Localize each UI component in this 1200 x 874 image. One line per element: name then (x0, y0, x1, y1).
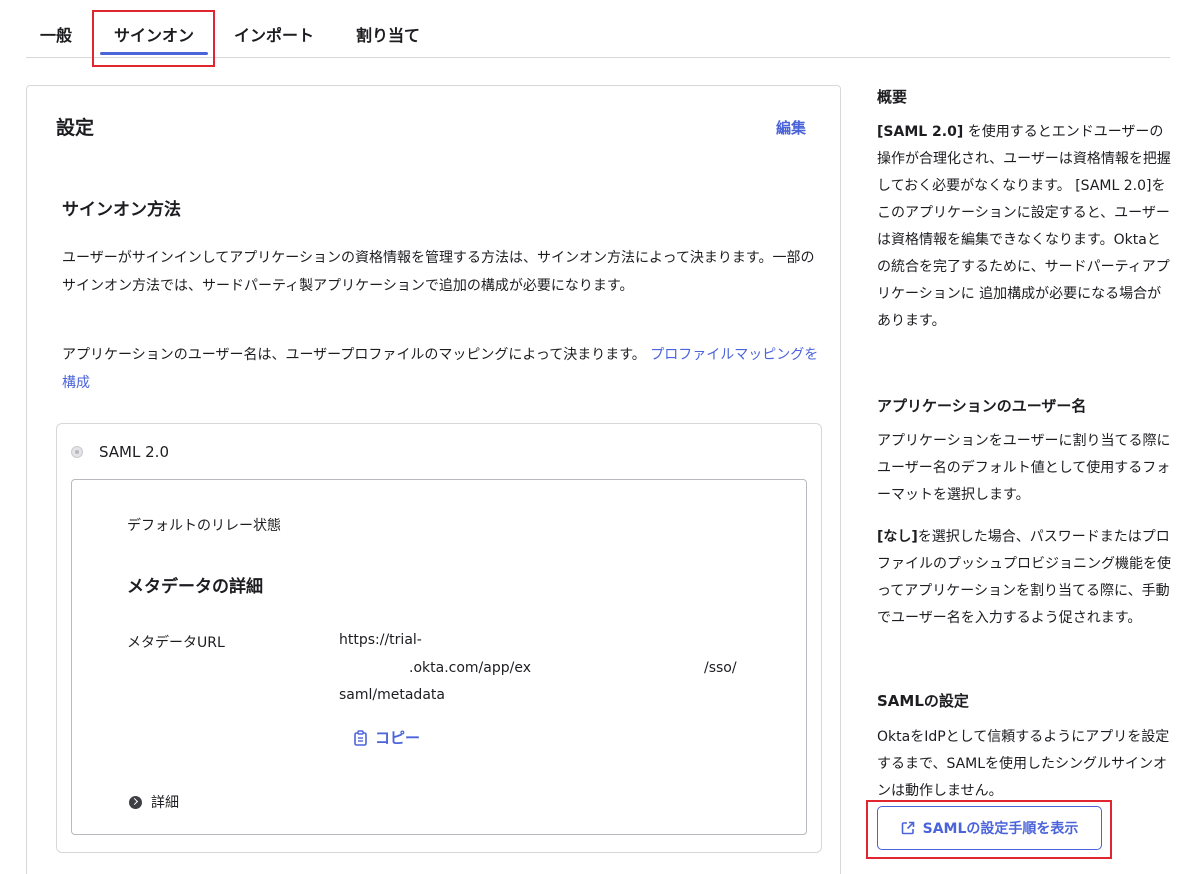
panel-title: 設定 (56, 117, 95, 139)
overview-text: [SAML 2.0] を使用するとエンドユーザーの操作が合理化され、ユーザーは資… (877, 119, 1172, 335)
relay-state-label: デフォルトのリレー状態 (127, 518, 281, 534)
metadata-url-line2: .okta.com/app/ex (409, 660, 531, 676)
app-username-title: アプリケーションのユーザー名 (877, 397, 1087, 415)
tab-assign[interactable]: 割り当て (356, 22, 420, 46)
chevron-right-circle-icon (129, 795, 142, 809)
signon-method-title: サインオン方法 (62, 200, 181, 220)
metadata-url-label: メタデータURL (127, 635, 225, 651)
tab-general[interactable]: 一般 (40, 22, 72, 46)
saml-settings-title: SAMLの設定 (877, 692, 969, 710)
signon-method-description: ユーザーがサインインしてアプリケーションの資格情報を管理する方法は、サインオン方… (62, 250, 815, 294)
copy-label: コピー (375, 729, 421, 747)
overview-body: を使用するとエンドユーザーの操作が合理化され、ユーザーは資格情報を把握しておく必… (877, 124, 1171, 329)
overview-title: 概要 (877, 88, 908, 106)
edit-link[interactable]: 編集 (776, 117, 806, 138)
details-toggle[interactable]: 詳細 (129, 792, 179, 812)
saml-radio-label: SAML 2.0 (99, 443, 169, 461)
settings-panel: 設定 編集 サインオン方法 ユーザーがサインインしてアプリケーションの資格情報を… (26, 85, 841, 874)
overview-bold: [SAML 2.0] (877, 124, 964, 140)
username-description: アプリケーションのユーザー名は、ユーザープロファイルのマッピングによって決まりま… (62, 341, 822, 397)
metadata-url-line2b: /sso/ (704, 660, 737, 676)
saml-option-box: SAML 2.0 デフォルトのリレー状態 メタデータの詳細 メタデータURL h… (56, 423, 822, 853)
app-username-text: アプリケーションをユーザーに割り当てる際にユーザー名のデフォルト値として使用する… (877, 433, 1171, 503)
clipboard-icon (354, 729, 367, 746)
saml-radio[interactable] (71, 446, 83, 458)
copy-button[interactable]: コピー (353, 727, 420, 748)
details-label: 詳細 (151, 795, 179, 811)
metadata-title: メタデータの詳細 (127, 577, 263, 597)
annotation-highlight-tab (92, 10, 215, 67)
none-bold: [なし] (877, 529, 918, 545)
none-option-text: [なし]を選択した場合、パスワードまたはプロファイルのプッシュプロビジョニング機… (877, 524, 1172, 632)
metadata-url-line1: https://trial- (339, 632, 422, 648)
saml-details-box: デフォルトのリレー状態 メタデータの詳細 メタデータURL https://tr… (71, 479, 807, 835)
username-description-text: アプリケーションのユーザー名は、ユーザープロファイルのマッピングによって決まりま… (62, 347, 646, 363)
saml-settings-text: OktaをIdPとして信頼するようにアプリを設定するまで、SAMLを使用したシン… (877, 729, 1170, 799)
annotation-highlight-button (866, 800, 1112, 859)
tab-import[interactable]: インポート (234, 22, 314, 46)
metadata-url-line3: saml/metadata (339, 687, 445, 703)
none-body: を選択した場合、パスワードまたはプロファイルのプッシュプロビジョニング機能を使っ… (877, 529, 1171, 626)
